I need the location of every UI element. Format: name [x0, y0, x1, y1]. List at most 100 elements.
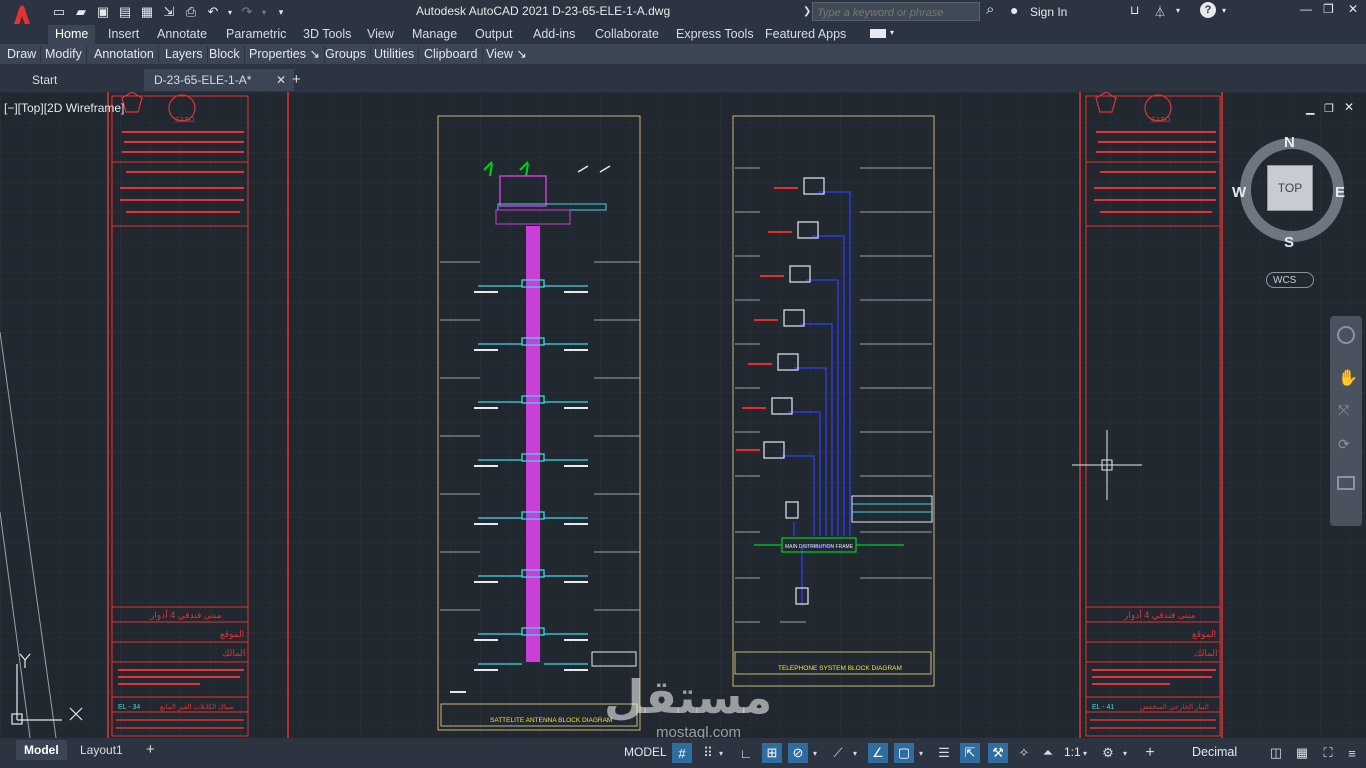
dynamic-input-icon[interactable]: ⊞ [762, 743, 782, 763]
selection-cycling-icon[interactable]: ⇱ [960, 743, 980, 763]
object-snap-icon[interactable]: ▢ [894, 743, 914, 763]
start-tab[interactable]: Start [22, 69, 67, 91]
search-input[interactable] [813, 4, 987, 22]
infer-constraints-icon[interactable]: ∟ [736, 743, 756, 763]
ribbon-minimize-icon[interactable] [870, 29, 886, 38]
panel-clipboard[interactable]: Clipboard [420, 46, 483, 63]
viewport-controls-label[interactable]: [−][Top][2D Wireframe] [4, 101, 124, 115]
isodraft-icon[interactable]: ⟋ [828, 743, 848, 763]
drawing-tab[interactable]: D-23-65-ELE-1-A* ✕ [144, 69, 294, 91]
object-snap-tracking-icon[interactable]: ∠ [868, 743, 888, 763]
annotation-scale-icon[interactable]: ⏶ [1038, 743, 1058, 763]
viewport-close-icon[interactable]: ✕ [1344, 100, 1354, 114]
viewcube-east[interactable]: E [1335, 184, 1345, 201]
annotation-monitor-icon[interactable]: + [1140, 743, 1160, 763]
viewcube-top-face[interactable]: TOP [1267, 165, 1313, 211]
viewcube-west[interactable]: W [1232, 184, 1246, 201]
tab-3d-tools[interactable]: 3D Tools [296, 25, 358, 44]
clean-screen-icon[interactable]: ⛶ [1318, 743, 1338, 763]
plot-icon[interactable]: ⎙ [182, 3, 200, 21]
new-file-icon[interactable]: ▭ [50, 3, 68, 21]
tab-add-ins[interactable]: Add-ins [526, 25, 582, 44]
tab-insert[interactable]: Insert [101, 25, 146, 44]
app-dropdown-icon[interactable]: ▾ [1176, 6, 1180, 15]
steering-wheel-icon[interactable] [1337, 326, 1355, 344]
workspace-gear-icon[interactable]: ⚙ [1098, 743, 1118, 763]
tab-home[interactable]: Home [48, 25, 96, 44]
panel-annotation[interactable]: Annotation [90, 46, 159, 63]
viewcube-south[interactable]: S [1284, 234, 1294, 251]
viewport-restore-icon[interactable]: ❐ [1324, 102, 1334, 115]
model-tab[interactable]: Model [16, 740, 67, 760]
panel-draw[interactable]: Draw [3, 46, 42, 63]
tab-parametric[interactable]: Parametric [219, 25, 293, 44]
showmotion-icon[interactable] [1337, 476, 1355, 490]
redo-dropdown-icon[interactable]: ▾ [260, 3, 268, 21]
osnap-dropdown-icon[interactable]: ▾ [916, 743, 926, 763]
grid-icon[interactable]: # [672, 743, 692, 763]
wcs-menu[interactable]: WCS [1266, 272, 1314, 288]
panel-modify[interactable]: Modify [41, 46, 87, 63]
annotation-visibility-icon[interactable]: ⚒ [988, 743, 1008, 763]
tab-express-tools[interactable]: Express Tools [669, 25, 761, 44]
isodraft-dropdown-icon[interactable]: ▾ [850, 743, 860, 763]
orbit-icon[interactable]: ⟳ [1338, 436, 1350, 453]
search-chevron-icon[interactable]: ❯ [803, 6, 811, 17]
search-icon[interactable]: ⌕ [986, 1, 994, 18]
polar-dropdown-icon[interactable]: ▾ [810, 743, 820, 763]
search-box[interactable] [812, 2, 987, 22]
snap-icon[interactable]: ⠿ [698, 743, 718, 763]
tab-featured-apps[interactable]: Featured Apps [758, 25, 853, 44]
workspace-dropdown-icon[interactable]: ▾ [1120, 743, 1130, 763]
close-window-icon[interactable]: ✕ [1348, 2, 1358, 16]
cart-icon[interactable]: ⊔ [1130, 3, 1139, 17]
panel-layers[interactable]: Layers [161, 46, 208, 63]
tab-output[interactable]: Output [468, 25, 520, 44]
sign-in-link[interactable]: Sign In [1030, 5, 1067, 19]
isolate-objects-icon[interactable]: ▦ [1292, 743, 1312, 763]
customization-icon[interactable]: ≡ [1342, 743, 1362, 763]
tab-manage[interactable]: Manage [405, 25, 464, 44]
import-icon[interactable]: ⇲ [160, 3, 178, 21]
undo-dropdown-icon[interactable]: ▾ [226, 3, 234, 21]
drawing-canvas[interactable]: SASO مبنى فندقي 4 أدوار الموقع المالك EL… [0, 92, 1366, 738]
pan-icon[interactable]: ✋ [1338, 368, 1358, 388]
panel-groups[interactable]: Groups [321, 46, 371, 63]
panel-utilities[interactable]: Utilities [370, 46, 420, 63]
panel-properties[interactable]: Properties ↘ [245, 46, 325, 63]
ribbon-minimize-dropdown-icon[interactable]: ▾ [890, 28, 894, 37]
save-icon[interactable]: ▣ [94, 3, 112, 21]
viewport-minimize-icon[interactable]: ▁ [1306, 102, 1314, 115]
quick-properties-icon[interactable]: ◫ [1266, 743, 1286, 763]
tab-annotate[interactable]: Annotate [150, 25, 214, 44]
tab-collaborate[interactable]: Collaborate [588, 25, 666, 44]
model-space-button[interactable]: MODEL [624, 745, 667, 759]
restore-icon[interactable]: ❐ [1323, 2, 1334, 16]
viewcube[interactable]: TOP [1240, 138, 1344, 242]
redo-icon[interactable]: ↷ [238, 3, 256, 21]
open-web-icon[interactable]: ▦ [138, 3, 156, 21]
annotation-scale-value[interactable]: 1:1 [1064, 745, 1081, 759]
user-icon[interactable]: ● [1010, 2, 1018, 18]
tab-view[interactable]: View [360, 25, 401, 44]
autodesk-app-icon[interactable]: ⏃ [1154, 3, 1166, 20]
auto-scale-icon[interactable]: ✧ [1014, 743, 1034, 763]
customize-qat-icon[interactable]: ▾ [272, 3, 290, 21]
panel-view[interactable]: View ↘ [482, 46, 531, 63]
help-icon[interactable]: ? [1200, 2, 1216, 18]
save-as-icon[interactable]: ▤ [116, 3, 134, 21]
units-selector[interactable]: Decimal [1168, 743, 1254, 763]
scale-dropdown-icon[interactable]: ▾ [1080, 743, 1090, 763]
lineweight-icon[interactable]: ☰ [934, 743, 954, 763]
add-layout-button[interactable]: + [138, 740, 163, 760]
snap-dropdown-icon[interactable]: ▾ [716, 743, 726, 763]
help-dropdown-icon[interactable]: ▾ [1222, 6, 1226, 15]
panel-block[interactable]: Block [205, 46, 245, 63]
polar-tracking-icon[interactable]: ⊘ [788, 743, 808, 763]
open-folder-icon[interactable]: ▰ [72, 3, 90, 21]
minimize-icon[interactable]: — [1300, 2, 1312, 16]
viewcube-north[interactable]: N [1284, 134, 1295, 151]
new-tab-button[interactable]: + [282, 69, 311, 91]
zoom-extents-icon[interactable]: ⤧ [1338, 402, 1349, 419]
layout1-tab[interactable]: Layout1 [72, 740, 131, 760]
